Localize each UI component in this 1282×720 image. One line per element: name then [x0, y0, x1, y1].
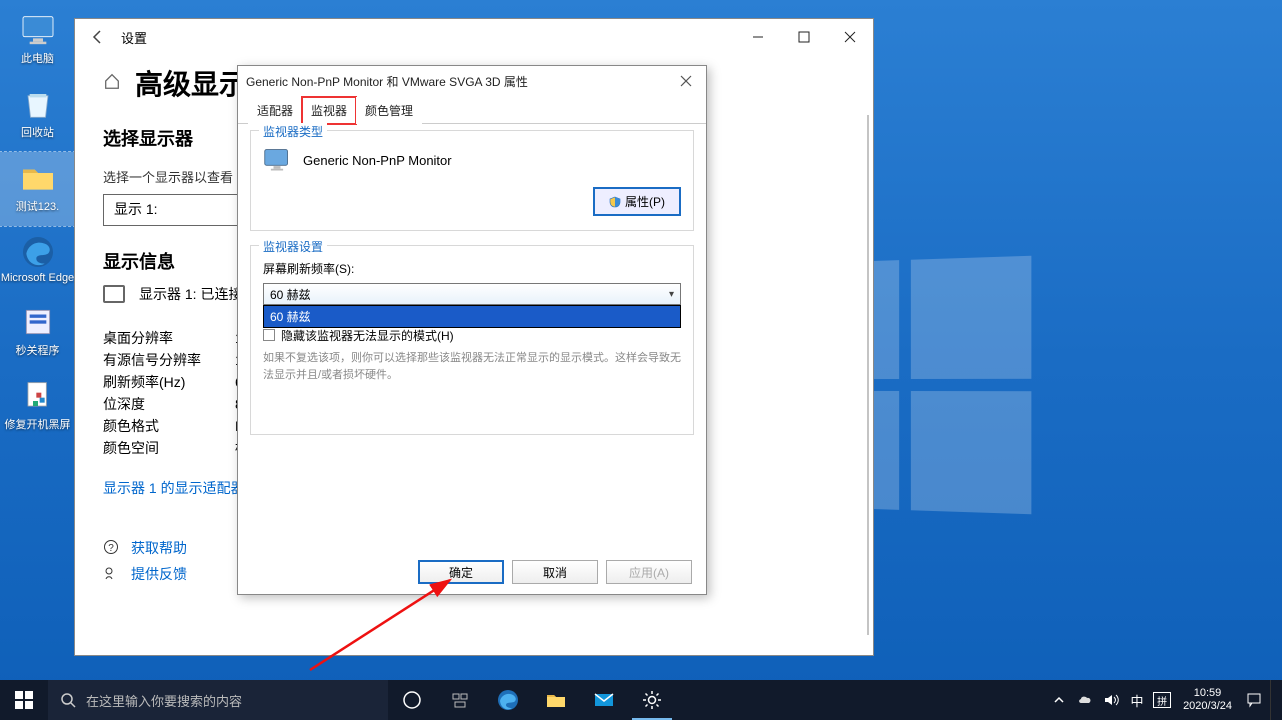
desktop-icon-quick-close[interactable]: 秒关程序: [0, 296, 75, 370]
icon-label: Microsoft Edge: [1, 272, 74, 284]
icon-label: 回收站: [21, 124, 54, 140]
back-button[interactable]: [75, 29, 121, 45]
desktop-icon-test-folder[interactable]: 测试123.: [0, 152, 75, 226]
close-button[interactable]: [827, 19, 873, 55]
refresh-rate-label: 屏幕刷新频率(S):: [263, 260, 681, 277]
maximize-button[interactable]: [781, 19, 827, 55]
page-title: 高级显示: [135, 63, 247, 103]
desktop-icon-repair-boot[interactable]: 修复开机黑屏: [0, 370, 75, 444]
monitor-connected-text: 显示器 1: 已连接: [139, 284, 242, 304]
monitor-device-icon: [263, 147, 291, 173]
desktop-icons-column: 此电脑 回收站 测试123. Microsoft Edge 秒关程序 修复开机黑…: [0, 4, 75, 444]
search-placeholder: 在这里输入你要搜索的内容: [86, 691, 242, 710]
refresh-rate-option[interactable]: 60 赫兹: [264, 306, 680, 327]
dialog-titlebar[interactable]: Generic Non-PnP Monitor 和 VMware SVGA 3D…: [238, 66, 706, 96]
taskbar-app-edge[interactable]: [484, 680, 532, 720]
minimize-button[interactable]: [735, 19, 781, 55]
hide-modes-checkbox[interactable]: [263, 329, 275, 341]
system-tray: 中 拼 10:59 2020/3/24: [1049, 680, 1282, 720]
taskbar-app-settings[interactable]: [628, 680, 676, 720]
monitor-properties-button[interactable]: 属性(P): [593, 187, 681, 216]
icon-label: 测试123.: [16, 198, 59, 214]
desktop-icon-recycle[interactable]: 回收站: [0, 78, 75, 152]
show-desktop-button[interactable]: [1270, 680, 1276, 720]
shield-icon: [609, 196, 621, 208]
taskbar-app-explorer[interactable]: [532, 680, 580, 720]
tray-ime-mode[interactable]: 拼: [1153, 692, 1171, 708]
settings-titlebar: 设置: [75, 19, 873, 55]
dialog-close-button[interactable]: [674, 69, 698, 93]
monitor-name-text: Generic Non-PnP Monitor: [303, 153, 452, 168]
icon-label: 此电脑: [21, 50, 54, 66]
refresh-rate-dropdown-list: 60 赫兹: [263, 305, 681, 328]
apply-button[interactable]: 应用(A): [606, 560, 692, 584]
cortana-button[interactable]: [436, 680, 484, 720]
hide-modes-help-text: 如果不复选该项，则你可以选择那些该监视器无法正常显示的显示模式。这样会导致无法显…: [263, 350, 681, 383]
desktop-icon-edge[interactable]: Microsoft Edge: [0, 226, 75, 296]
icon-label: 修复开机黑屏: [5, 416, 71, 432]
tray-overflow-icon[interactable]: [1049, 690, 1069, 710]
cancel-button[interactable]: 取消: [512, 560, 598, 584]
tab-adapter[interactable]: 适配器: [248, 97, 302, 124]
chevron-down-icon: ▾: [669, 289, 674, 300]
group-monitor-type: 监视器类型 Generic Non-PnP Monitor 属性(P): [250, 130, 694, 231]
dialog-title-text: Generic Non-PnP Monitor 和 VMware SVGA 3D…: [246, 73, 528, 90]
settings-title-text: 设置: [121, 28, 147, 47]
taskbar-app-mail[interactable]: [580, 680, 628, 720]
monitor-properties-dialog: Generic Non-PnP Monitor 和 VMware SVGA 3D…: [237, 65, 707, 595]
tray-ime-indicator[interactable]: 中: [1127, 690, 1147, 710]
taskbar-search[interactable]: 在这里输入你要搜索的内容: [48, 680, 388, 720]
action-center-icon[interactable]: [1244, 690, 1264, 710]
tab-color-management[interactable]: 颜色管理: [356, 97, 422, 124]
refresh-rate-combobox[interactable]: 60 赫兹 ▾: [263, 283, 681, 305]
tab-monitor[interactable]: 监视器: [302, 97, 356, 124]
monitor-icon: [103, 285, 125, 303]
feedback-icon: [103, 565, 119, 584]
group-monitor-settings: 监视器设置 屏幕刷新频率(S): 60 赫兹 ▾ 60 赫兹 隐藏该监视器无法显…: [250, 245, 694, 435]
hide-modes-label: 隐藏该监视器无法显示的模式(H): [281, 327, 454, 344]
task-view-button[interactable]: [388, 680, 436, 720]
search-icon: [60, 692, 76, 708]
taskbar: 在这里输入你要搜索的内容 中 拼 10:59 2020/3/24: [0, 680, 1282, 720]
home-icon[interactable]: [103, 72, 121, 95]
tray-clock[interactable]: 10:59 2020/3/24: [1177, 687, 1238, 713]
tray-volume-icon[interactable]: [1101, 690, 1121, 710]
ok-button[interactable]: 确定: [418, 560, 504, 584]
svg-text:?: ?: [108, 543, 114, 554]
start-button[interactable]: [0, 680, 48, 720]
scrollbar[interactable]: [867, 115, 869, 635]
tray-onedrive-icon[interactable]: [1075, 690, 1095, 710]
icon-label: 秒关程序: [16, 342, 60, 358]
desktop-icon-this-pc[interactable]: 此电脑: [0, 4, 75, 78]
help-icon: ?: [103, 539, 119, 558]
